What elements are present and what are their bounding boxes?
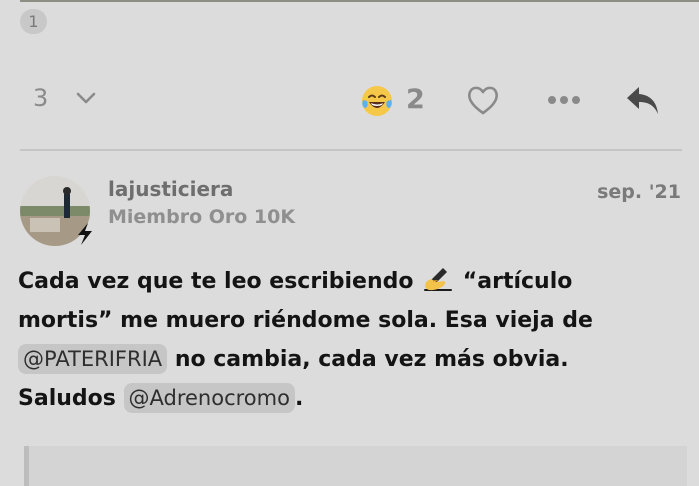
post-text: Cada vez que te leo escribiendo <box>18 269 422 294</box>
reaction-count: 2 <box>406 84 425 115</box>
reply-icon[interactable] <box>624 84 662 118</box>
quote-block <box>24 446 687 486</box>
post-text: mortis” me muero riéndome sola. Esa viej… <box>18 308 593 333</box>
more-options-icon[interactable] <box>546 92 582 108</box>
post-text: no cambia, cada vez más obvia. <box>167 347 569 372</box>
mention-paterifria[interactable]: @PATERIFRIA <box>18 344 168 374</box>
post-text: Saludos <box>18 386 124 411</box>
heart-icon[interactable] <box>466 84 500 116</box>
post-actions-bar: 3 2 <box>0 78 699 124</box>
post-body: Cada vez que te leo escribiendo “artícul… <box>18 262 688 418</box>
laughing-tears-emoji-icon[interactable] <box>360 84 394 118</box>
post-text: “artículo <box>455 269 573 294</box>
post-body-line: Cada vez que te leo escribiendo “artícul… <box>18 262 688 301</box>
post-text: . <box>294 386 304 411</box>
mention-adrenocromo[interactable]: @Adrenocromo <box>123 383 295 413</box>
post-divider <box>20 149 682 151</box>
replies-count[interactable]: 3 <box>33 84 48 112</box>
post-body-line: mortis” me muero riéndome sola. Esa viej… <box>18 301 688 340</box>
previous-post-badge: 1 <box>20 9 47 34</box>
lightning-flair-icon <box>78 223 92 245</box>
post-date[interactable]: sep. '21 <box>597 181 681 203</box>
post-username[interactable]: lajusticiera <box>108 177 233 201</box>
user-title: Miembro Oro 10K <box>108 206 296 228</box>
post-body-line: Saludos @Adrenocromo. <box>18 379 688 418</box>
previous-post-border <box>20 0 699 2</box>
writing-hand-emoji-icon <box>424 268 453 291</box>
chevron-down-icon[interactable] <box>74 88 98 108</box>
post-body-line: @PATERIFRIA no cambia, cada vez más obvi… <box>18 340 688 379</box>
